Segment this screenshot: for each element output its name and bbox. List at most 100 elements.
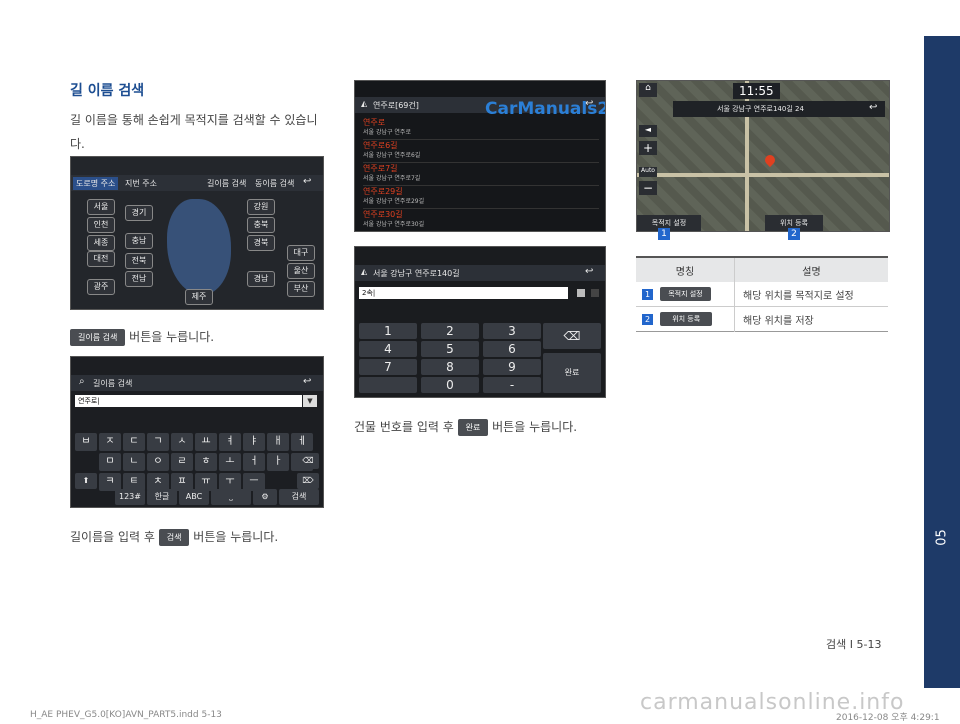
region-chungbuk[interactable]: 충북	[247, 217, 275, 233]
keyboard-key[interactable]: ㅗ	[219, 453, 241, 471]
keyboard-key[interactable]: ㄱ	[147, 433, 169, 451]
tab-lot-address[interactable]: 지번 주소	[125, 178, 157, 189]
volume-icon[interactable]: ◄	[639, 125, 657, 137]
result-address: 서울 강남구 연주로29길	[363, 198, 425, 205]
map-address-bar: 서울 강남구 연주로140길 24 ↩	[673, 101, 885, 117]
number-key[interactable]: -	[483, 377, 541, 393]
building-number-input[interactable]: 2속|	[359, 287, 568, 299]
done-key[interactable]: 완료	[543, 353, 601, 393]
region-gyeongbuk[interactable]: 경북	[247, 235, 275, 251]
space-key[interactable]: ⎵	[211, 489, 251, 505]
number-key[interactable]: 3	[483, 323, 541, 339]
keyboard-key[interactable]: ㅁ	[99, 453, 121, 471]
map-time: 11:55	[733, 83, 780, 99]
shift-icon[interactable]: ⬆	[75, 473, 97, 489]
keyboard-key[interactable]: ㅛ	[195, 433, 217, 451]
delete-icon[interactable]: ⌦	[297, 473, 319, 489]
keyboard-key[interactable]: ㄹ	[171, 453, 193, 471]
region-chungnam[interactable]: 충남	[125, 233, 153, 249]
mode-abc-key[interactable]: ABC	[179, 489, 209, 505]
keyboard-key[interactable]: ㅑ	[243, 433, 265, 451]
region-jeonbuk[interactable]: 전북	[125, 253, 153, 269]
number-key[interactable]: 7	[359, 359, 417, 375]
chapter-tab	[924, 36, 960, 688]
number-key[interactable]: 0	[421, 377, 479, 393]
region-gyeongnam[interactable]: 경남	[247, 271, 275, 287]
keyboard-key[interactable]: ㄴ	[123, 453, 145, 471]
row-number: 1	[642, 289, 653, 300]
keyboard-key[interactable]: ㅈ	[99, 433, 121, 451]
road-icon: ◭	[361, 267, 368, 276]
keyboard-key[interactable]: ㅕ	[219, 433, 241, 451]
street-input[interactable]: 연주로|	[75, 395, 302, 407]
keyboard-key[interactable]: ㅐ	[267, 433, 289, 451]
keyboard-key[interactable]: ㅓ	[243, 453, 265, 471]
region-jeju[interactable]: 제주	[185, 289, 213, 305]
list-item[interactable]: 연주로30길 서울 강남구 연주로30길	[363, 209, 599, 231]
region-jeonnam[interactable]: 전남	[125, 271, 153, 287]
number-key[interactable]: 2	[421, 323, 479, 339]
table-row: 1 목적지 설정 해당 위치를 목적지로 설정	[636, 282, 888, 307]
region-ulsan[interactable]: 울산	[287, 263, 315, 279]
delete-key[interactable]: ⌫	[543, 323, 601, 349]
keyboard-key[interactable]: ㅅ	[171, 433, 193, 451]
keyboard-key[interactable]: ㄷ	[123, 433, 145, 451]
tab-dong-search[interactable]: 동이름 검색	[255, 178, 294, 189]
map-road-horizontal	[637, 173, 889, 177]
table-header-name: 명칭	[636, 257, 735, 282]
row-description: 해당 위치를 목적지로 설정	[743, 290, 854, 302]
backspace-key[interactable]: ⌫	[297, 453, 319, 469]
number-key[interactable]: 1	[359, 323, 417, 339]
mode-hangul-key[interactable]: 한글	[147, 489, 177, 505]
region-daegu[interactable]: 대구	[287, 245, 315, 261]
tab-road-address[interactable]: 도로명 주소	[73, 177, 119, 190]
number-key[interactable]: 9	[483, 359, 541, 375]
screen-results: ◭ 연주로[69건] ↩ CarManuals2.com 연주로서울 강남구 연…	[354, 80, 606, 232]
table-header-desc: 설명	[802, 266, 821, 278]
list-item[interactable]: 연주로 서울 강남구 연주로	[363, 117, 599, 140]
list-item[interactable]: 연주로7길 서울 강남구 연주로7길	[363, 163, 599, 186]
done-button-inline: 완료	[457, 419, 489, 436]
caption-prefix: 건물 번호를 입력 후	[354, 420, 458, 434]
back-icon[interactable]: ↩	[303, 176, 311, 187]
footer-file-info: H_AE PHEV_G5.0[KO]AVN_PART5.indd 5-13	[30, 710, 222, 720]
keyboard-key[interactable]: ㅇ	[147, 453, 169, 471]
region-seoul[interactable]: 서울	[87, 199, 115, 215]
region-incheon[interactable]: 인천	[87, 217, 115, 233]
caption-suffix: 버튼을 누릅니다.	[488, 420, 578, 434]
back-icon[interactable]: ↩	[303, 376, 311, 387]
gear-icon[interactable]: ⚙	[253, 489, 277, 505]
keyboard-key[interactable]: ㅎ	[195, 453, 217, 471]
button-description-table: 명칭 설명 1 목적지 설정 해당 위치를 목적지로 설정 2 위치 등록 해당…	[636, 256, 888, 332]
number-key[interactable]: 8	[421, 359, 479, 375]
tab-street-search[interactable]: 길이름 검색	[207, 178, 246, 189]
number-key[interactable]: 4	[359, 341, 417, 357]
keyboard-key[interactable]: ㅂ	[75, 433, 97, 451]
row-number: 2	[642, 314, 653, 325]
region-busan[interactable]: 부산	[287, 281, 315, 297]
region-daejeon[interactable]: 대전	[87, 251, 115, 267]
number-key[interactable]: 6	[483, 341, 541, 357]
keyboard-key[interactable]: ㅔ	[291, 433, 313, 451]
home-icon[interactable]: ⌂	[639, 83, 657, 97]
search-button-inline: 검색	[158, 529, 190, 546]
region-gyeonggi[interactable]: 경기	[125, 205, 153, 221]
marker-2: 2	[788, 228, 800, 240]
zoom-in-icon[interactable]: +	[639, 141, 657, 155]
results-title: 연주로[69건]	[373, 101, 419, 110]
back-icon[interactable]: ↩	[869, 102, 877, 113]
search-key[interactable]: 검색	[279, 489, 319, 505]
mode-123-key[interactable]: 123#	[115, 489, 145, 505]
keyboard-key[interactable]: ㅏ	[267, 453, 289, 471]
region-sejong[interactable]: 세종	[87, 235, 115, 251]
region-gangwon[interactable]: 강원	[247, 199, 275, 215]
region-gwangju[interactable]: 광주	[87, 279, 115, 295]
list-item[interactable]: 연주로6길 서울 강남구 연주로6길	[363, 140, 599, 163]
list-item[interactable]: 연주로29길 서울 강남구 연주로29길	[363, 186, 599, 209]
auto-zoom[interactable]: Auto	[639, 167, 657, 177]
zoom-out-icon[interactable]: −	[639, 181, 657, 195]
number-key[interactable]: 5	[421, 341, 479, 357]
back-icon[interactable]: ↩	[585, 266, 593, 277]
dropdown-icon[interactable]: ▼	[303, 395, 317, 407]
numpad-title: 서울 강남구 연주로140길	[373, 269, 460, 278]
